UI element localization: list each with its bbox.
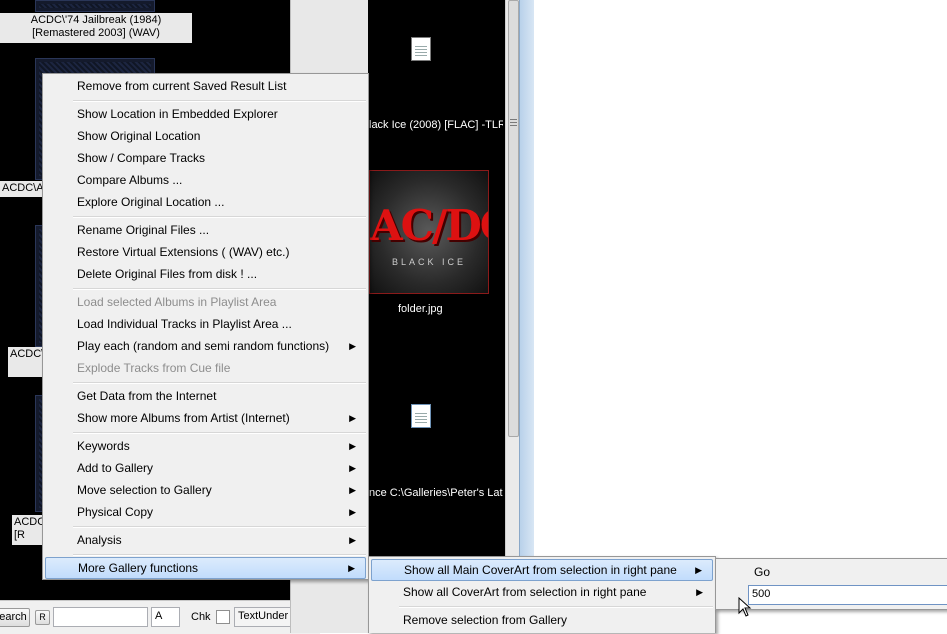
menu-separator — [73, 288, 366, 290]
menu-item-keywords[interactable]: Keywords ▶ — [45, 435, 366, 457]
file-label: lack Ice (2008) [FLAC] -TLR — [369, 119, 503, 131]
count-input[interactable]: 500 — [748, 585, 947, 605]
menu-item-load-albums-playlist: Load selected Albums in Playlist Area — [77, 295, 277, 309]
album-caption: ACDC\ — [8, 347, 46, 377]
menu-item-show-original-location[interactable]: Show Original Location — [45, 125, 366, 147]
album-thumbnail[interactable] — [35, 0, 155, 12]
search-button[interactable]: earch — [0, 608, 30, 627]
menu-separator — [399, 606, 713, 608]
submenu-arrow-icon: ▶ — [349, 463, 356, 473]
bottom-toolbar: earch R A Chk TextUnder ▼ — [0, 600, 320, 634]
cover-logo: AC/DC — [370, 201, 488, 250]
menu-item-load-tracks-playlist[interactable]: Load Individual Tracks in Playlist Area … — [45, 313, 366, 335]
grip-icon — [510, 119, 517, 126]
menu-separator — [73, 100, 366, 102]
submenu-arrow-icon: ▶ — [696, 587, 703, 597]
menu-separator — [73, 526, 366, 528]
menu-item-move-selection-gallery[interactable]: Move selection to Gallery ▶ — [45, 479, 366, 501]
scrollbar-thumb[interactable] — [508, 0, 519, 437]
submenu-arrow-icon: ▶ — [349, 441, 356, 451]
menu-item-add-to-gallery[interactable]: Add to Gallery ▶ — [45, 457, 366, 479]
menu-item-explode-tracks-cue: Explode Tracks from Cue file — [77, 361, 231, 375]
menu-item-physical-copy[interactable]: Physical Copy ▶ — [45, 501, 366, 523]
gallery-functions-submenu: Show all Main CoverArt from selection in… — [368, 556, 716, 633]
chk-checkbox[interactable] — [216, 610, 230, 624]
a-field[interactable]: A — [151, 607, 180, 627]
album-caption: ACDC [R — [12, 515, 46, 545]
submenu-arrow-icon: ▶ — [349, 507, 356, 517]
menu-item-show-location-embedded-explorer[interactable]: Show Location in Embedded Explorer — [45, 103, 366, 125]
menu-item-show-all-coverart[interactable]: Show all CoverArt from selection in righ… — [371, 581, 713, 603]
menu-separator — [73, 382, 366, 384]
file-icon[interactable] — [411, 404, 431, 428]
menu-item-analysis[interactable]: Analysis ▶ — [45, 529, 366, 551]
menu-item-restore-virtual-extensions[interactable]: Restore Virtual Extensions ( (WAV) etc.) — [45, 241, 366, 263]
go-menu-item[interactable]: Go — [718, 561, 947, 583]
file-label: nce C:\Galleries\Peter's Late — [369, 487, 503, 499]
menu-separator — [73, 432, 366, 434]
menu-item-remove-selection-gallery[interactable]: Remove selection from Gallery — [371, 609, 713, 631]
chk-label: Chk — [191, 611, 211, 623]
menu-separator — [73, 554, 366, 556]
vertical-scrollbar[interactable] — [505, 0, 520, 633]
menu-item-delete-original-files[interactable]: Delete Original Files from disk ! ... — [45, 263, 366, 285]
menu-item-more-gallery-functions[interactable]: More Gallery functions ▶ — [45, 557, 366, 579]
r-button[interactable]: R — [35, 610, 50, 625]
submenu-arrow-icon: ▶ — [349, 485, 356, 495]
menu-item-remove-from-saved-list[interactable]: Remove from current Saved Result List — [45, 75, 366, 97]
menu-item-show-main-coverart[interactable]: Show all Main CoverArt from selection in… — [371, 559, 713, 581]
context-menu: Remove from current Saved Result List Sh… — [42, 73, 369, 580]
menu-item-show-more-albums-artist[interactable]: Show more Albums from Artist (Internet) ▶ — [45, 407, 366, 429]
cover-art-image[interactable]: AC/DC BLACK ICE — [369, 170, 489, 294]
menu-item-compare-albums[interactable]: Compare Albums ... — [45, 169, 366, 191]
search-input[interactable] — [53, 607, 148, 627]
menu-item-show-compare-tracks[interactable]: Show / Compare Tracks — [45, 147, 366, 169]
cover-subtitle: BLACK ICE — [391, 257, 467, 267]
cover-file-label: folder.jpg — [398, 303, 443, 315]
submenu-arrow-icon: ▶ — [695, 565, 702, 575]
submenu-arrow-icon: ▶ — [349, 413, 356, 423]
mouse-pointer-icon — [738, 597, 752, 617]
menu-item-rename-original-files[interactable]: Rename Original Files ... — [45, 219, 366, 241]
submenu-arrow-icon: ▶ — [348, 563, 355, 573]
submenu-arrow-icon: ▶ — [349, 341, 356, 351]
menu-item-explore-original-location[interactable]: Explore Original Location ... — [45, 191, 366, 213]
menu-separator — [73, 216, 366, 218]
file-icon[interactable] — [411, 37, 431, 61]
menu-item-play-each[interactable]: Play each (random and semi random functi… — [45, 335, 366, 357]
album-caption: ACDC\A — [0, 181, 46, 197]
submenu-arrow-icon: ▶ — [349, 535, 356, 545]
window-border — [519, 0, 534, 633]
menu-item-get-data-internet[interactable]: Get Data from the Internet — [45, 385, 366, 407]
embedded-explorer-pane[interactable] — [368, 0, 505, 633]
album-caption: ACDC\'74 Jailbreak (1984) [Remastered 20… — [0, 13, 192, 43]
